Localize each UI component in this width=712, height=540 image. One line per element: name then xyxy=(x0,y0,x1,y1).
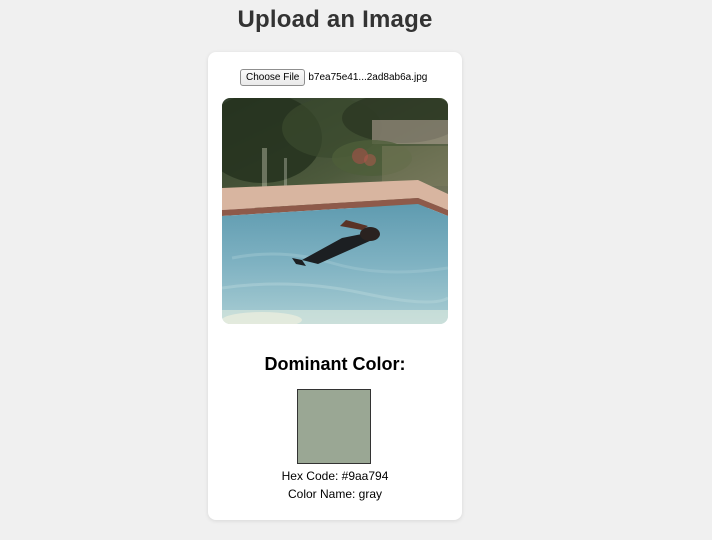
dominant-color-heading: Dominant Color: xyxy=(264,354,406,374)
selected-file-name: b7ea75e41...2ad8ab6a.jpg xyxy=(308,71,428,83)
uploaded-image-preview xyxy=(222,98,448,324)
hex-code-text: Hex Code: #9aa794 xyxy=(281,469,389,483)
choose-file-button[interactable]: Choose File xyxy=(240,68,306,86)
upload-card: Choose File b7ea75e41...2ad8ab6a.jpg Dom… xyxy=(208,52,462,520)
page-title: Upload an Image xyxy=(237,6,433,33)
page: Upload an Image Choose File b7ea75e41...… xyxy=(0,0,712,540)
color-name-text: Color Name: gray xyxy=(287,487,383,501)
file-input[interactable]: Choose File b7ea75e41...2ad8ab6a.jpg xyxy=(240,68,427,86)
dominant-color-swatch xyxy=(297,389,371,464)
